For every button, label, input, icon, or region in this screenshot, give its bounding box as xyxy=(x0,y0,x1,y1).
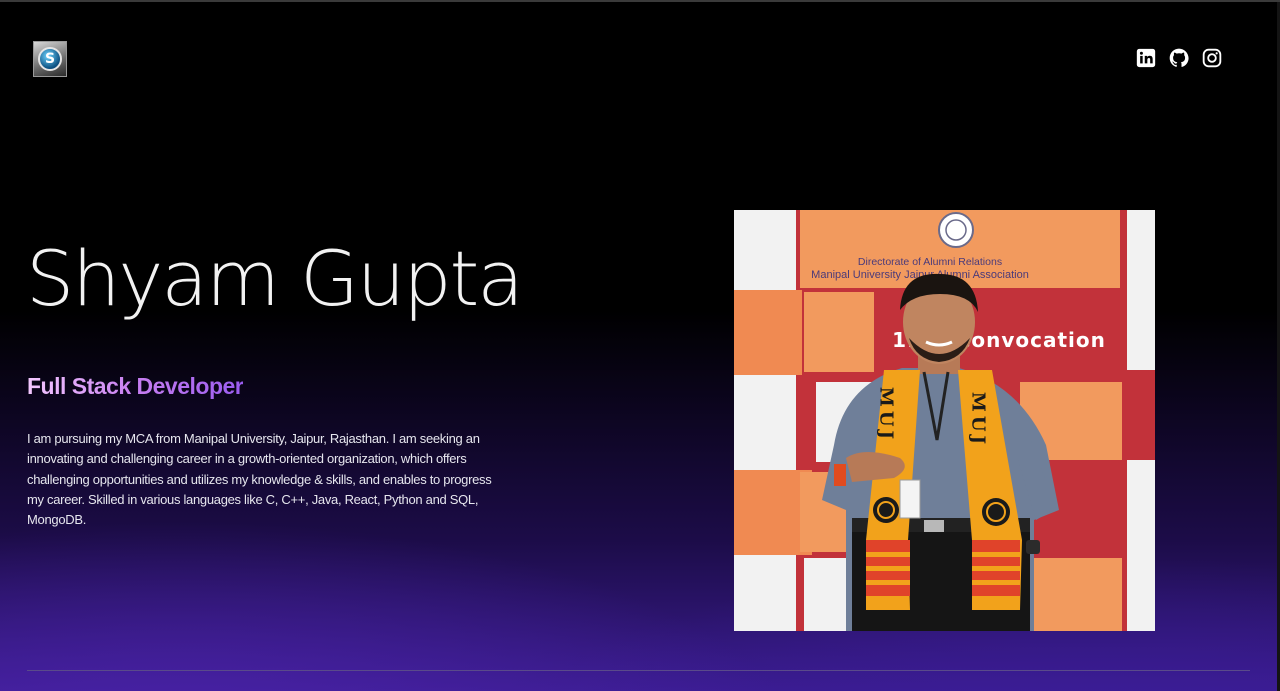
hero-bio: I am pursuing my MCA from Manipal Univer… xyxy=(27,431,492,528)
social-links xyxy=(1136,48,1222,68)
linkedin-icon[interactable] xyxy=(1136,48,1156,68)
stole-right-text: MUJ xyxy=(968,392,989,448)
logo-emblem: S xyxy=(38,47,62,71)
hero-role: Full Stack Developer xyxy=(27,373,244,399)
hero-name: Shyam Gupta xyxy=(26,234,524,323)
window-top-border xyxy=(0,0,1280,2)
backdrop-text-directorate: Directorate of Alumni Relations xyxy=(858,256,1002,268)
instagram-icon[interactable] xyxy=(1202,48,1222,68)
section-divider xyxy=(27,670,1250,671)
stole-left-text: MUJ xyxy=(876,387,897,443)
profile-photo: Directorate of Alumni Relations Manipal … xyxy=(734,210,1155,631)
site-logo[interactable]: S xyxy=(33,41,67,77)
github-icon[interactable] xyxy=(1169,48,1189,68)
profile-photo-illustration: Directorate of Alumni Relations Manipal … xyxy=(734,210,1155,631)
